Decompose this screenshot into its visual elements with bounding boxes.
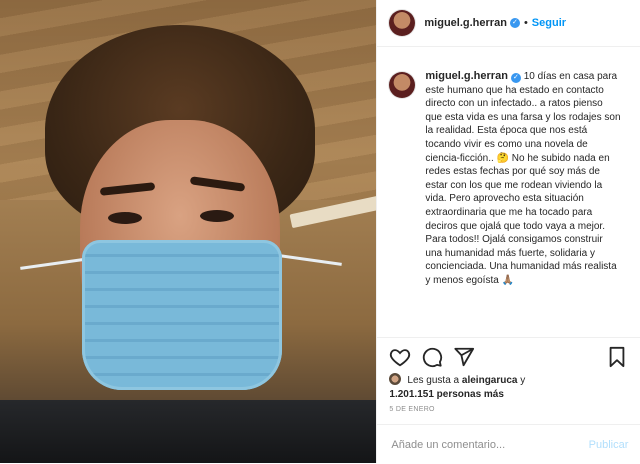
likes-summary: Les gusta a aleingaruca y 1.201.151 pers… [389,373,629,402]
comment-button[interactable] [421,346,443,368]
likes-prefix: Les gusta a [407,375,460,386]
share-button[interactable] [453,346,475,368]
liker-avatar [389,373,402,385]
separator-dot: • [523,17,528,29]
caption-avatar[interactable] [389,72,416,98]
caption-text: 10 días en casa para este humano que ha … [425,71,621,286]
heart-icon [390,349,411,367]
publish-button[interactable]: Publicar [589,439,629,451]
follow-button[interactable]: Seguir [532,17,566,29]
post-side-panel: miguel.g.herran ✓ • Seguir miguel.g.herr… [376,0,640,463]
mask-strap-right [272,253,342,266]
comment-bar: Publicar [377,424,640,464]
instagram-post: miguel.g.herran ✓ • Seguir miguel.g.herr… [0,0,640,463]
save-button[interactable] [606,346,628,368]
left-eye [108,212,142,224]
caption-area[interactable]: miguel.g.herran ✓ 10 días en casa para es… [377,60,640,336]
paper-plane-icon [454,347,475,367]
caption-username[interactable]: miguel.g.herran [425,70,508,82]
likes-count[interactable]: 1.201.151 personas más [389,389,504,400]
post-photo[interactable] [0,0,377,463]
surgical-mask [82,240,282,390]
action-bar [377,337,640,374]
caption: miguel.g.herran ✓ 10 días en casa para es… [425,70,621,288]
comment-bubble-icon [423,347,443,368]
like-button[interactable] [389,346,411,368]
verified-badge-icon: ✓ [509,18,520,28]
right-eye [200,210,234,222]
bookmark-icon [610,346,625,368]
verified-badge-icon: ✓ [510,73,521,83]
avatar[interactable] [389,10,416,36]
dark-shirt [0,400,377,463]
header-username[interactable]: miguel.g.herran [424,17,507,29]
ceiling-light [289,195,377,229]
likes-mid: y [520,375,526,386]
comment-input[interactable] [389,437,589,452]
post-header: miguel.g.herran ✓ • Seguir [377,0,640,47]
post-date: 5 DE ENERO [389,406,435,413]
liker-username[interactable]: aleingaruca [462,375,518,386]
